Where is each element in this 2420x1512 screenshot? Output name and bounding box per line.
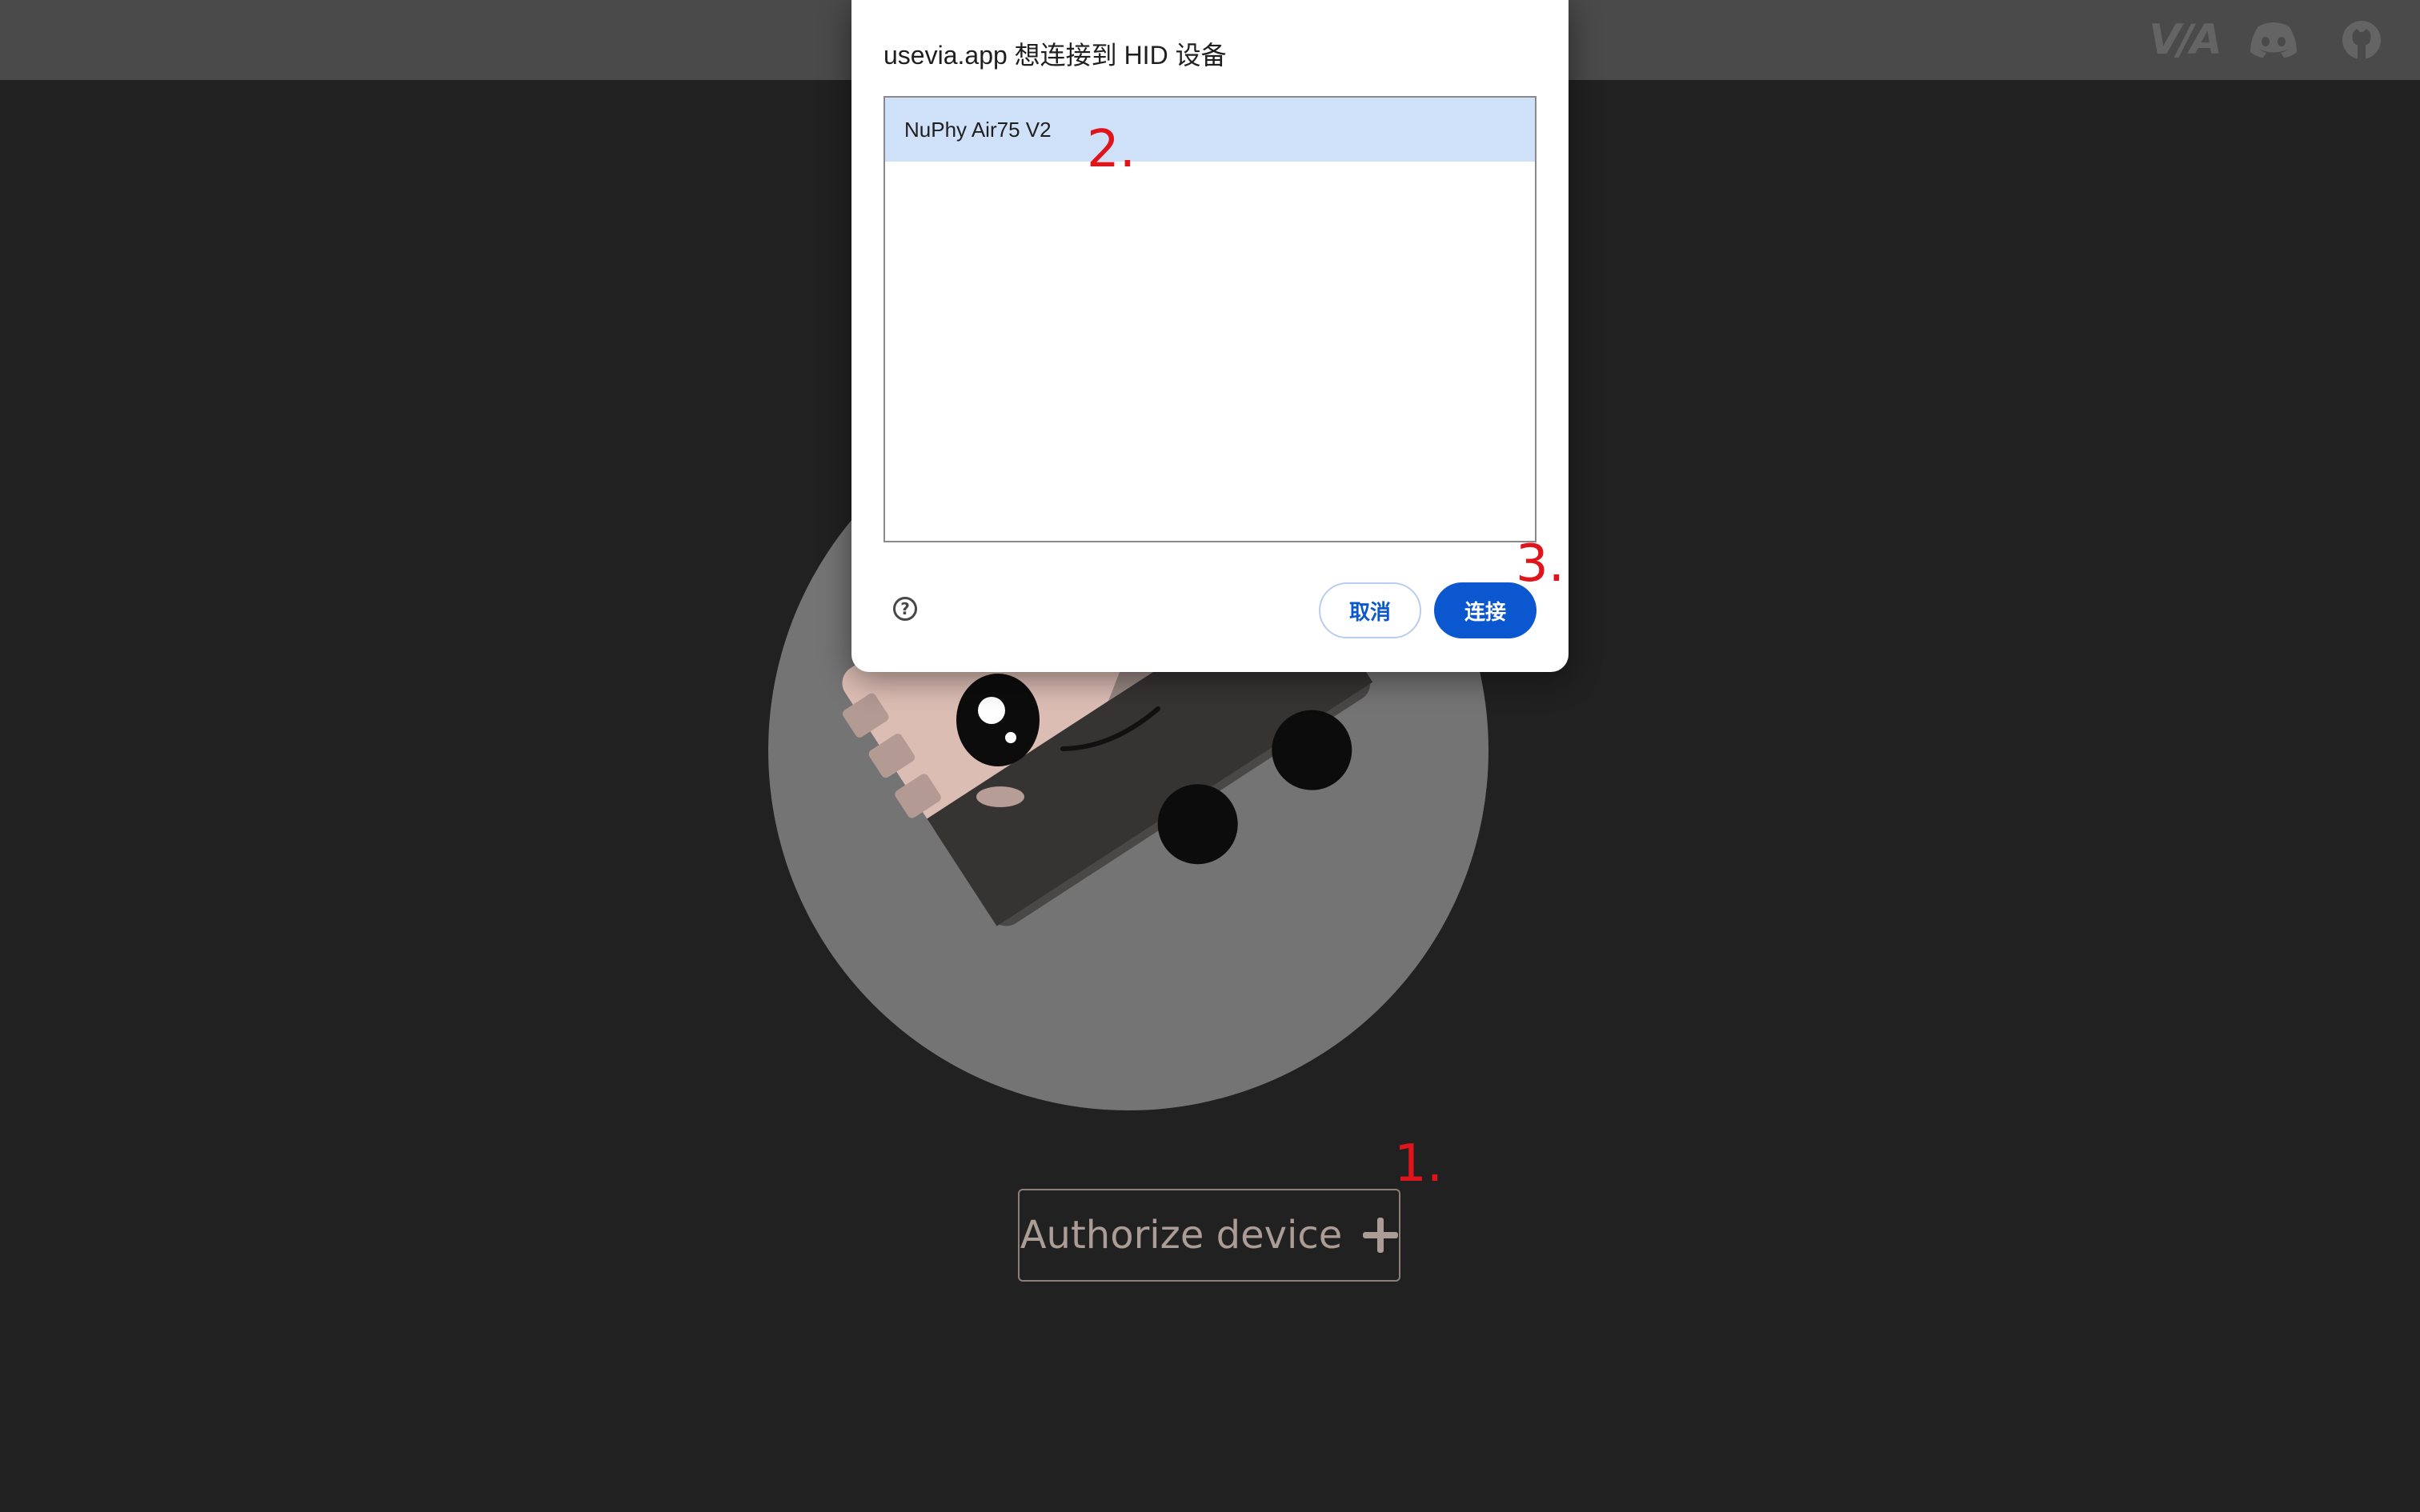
step-2-annotation: 2. [1087, 120, 1136, 179]
plus-icon [1363, 1218, 1399, 1253]
step-1-annotation: 1. [1394, 1134, 1444, 1194]
github-icon[interactable] [2338, 14, 2385, 66]
discord-icon[interactable] [2247, 14, 2300, 66]
hid-permission-dialog: usevia.app 想连接到 HID 设备 NuPhy Air75 V2 ? … [851, 0, 1569, 672]
dialog-title: usevia.app 想连接到 HID 设备 [883, 41, 1227, 70]
device-item-nuphy-air75-v2[interactable]: NuPhy Air75 V2 [885, 98, 1535, 162]
via-logo[interactable]: V/A [2149, 14, 2222, 66]
authorize-device-label: Authorize device [1020, 1213, 1343, 1258]
help-icon[interactable]: ? [893, 597, 917, 621]
cancel-button[interactable]: 取消 [1319, 582, 1421, 638]
step-3-annotation: 3. [1516, 534, 1565, 594]
device-list[interactable]: NuPhy Air75 V2 [883, 96, 1537, 542]
authorize-device-button[interactable]: Authorize device [1018, 1189, 1400, 1282]
